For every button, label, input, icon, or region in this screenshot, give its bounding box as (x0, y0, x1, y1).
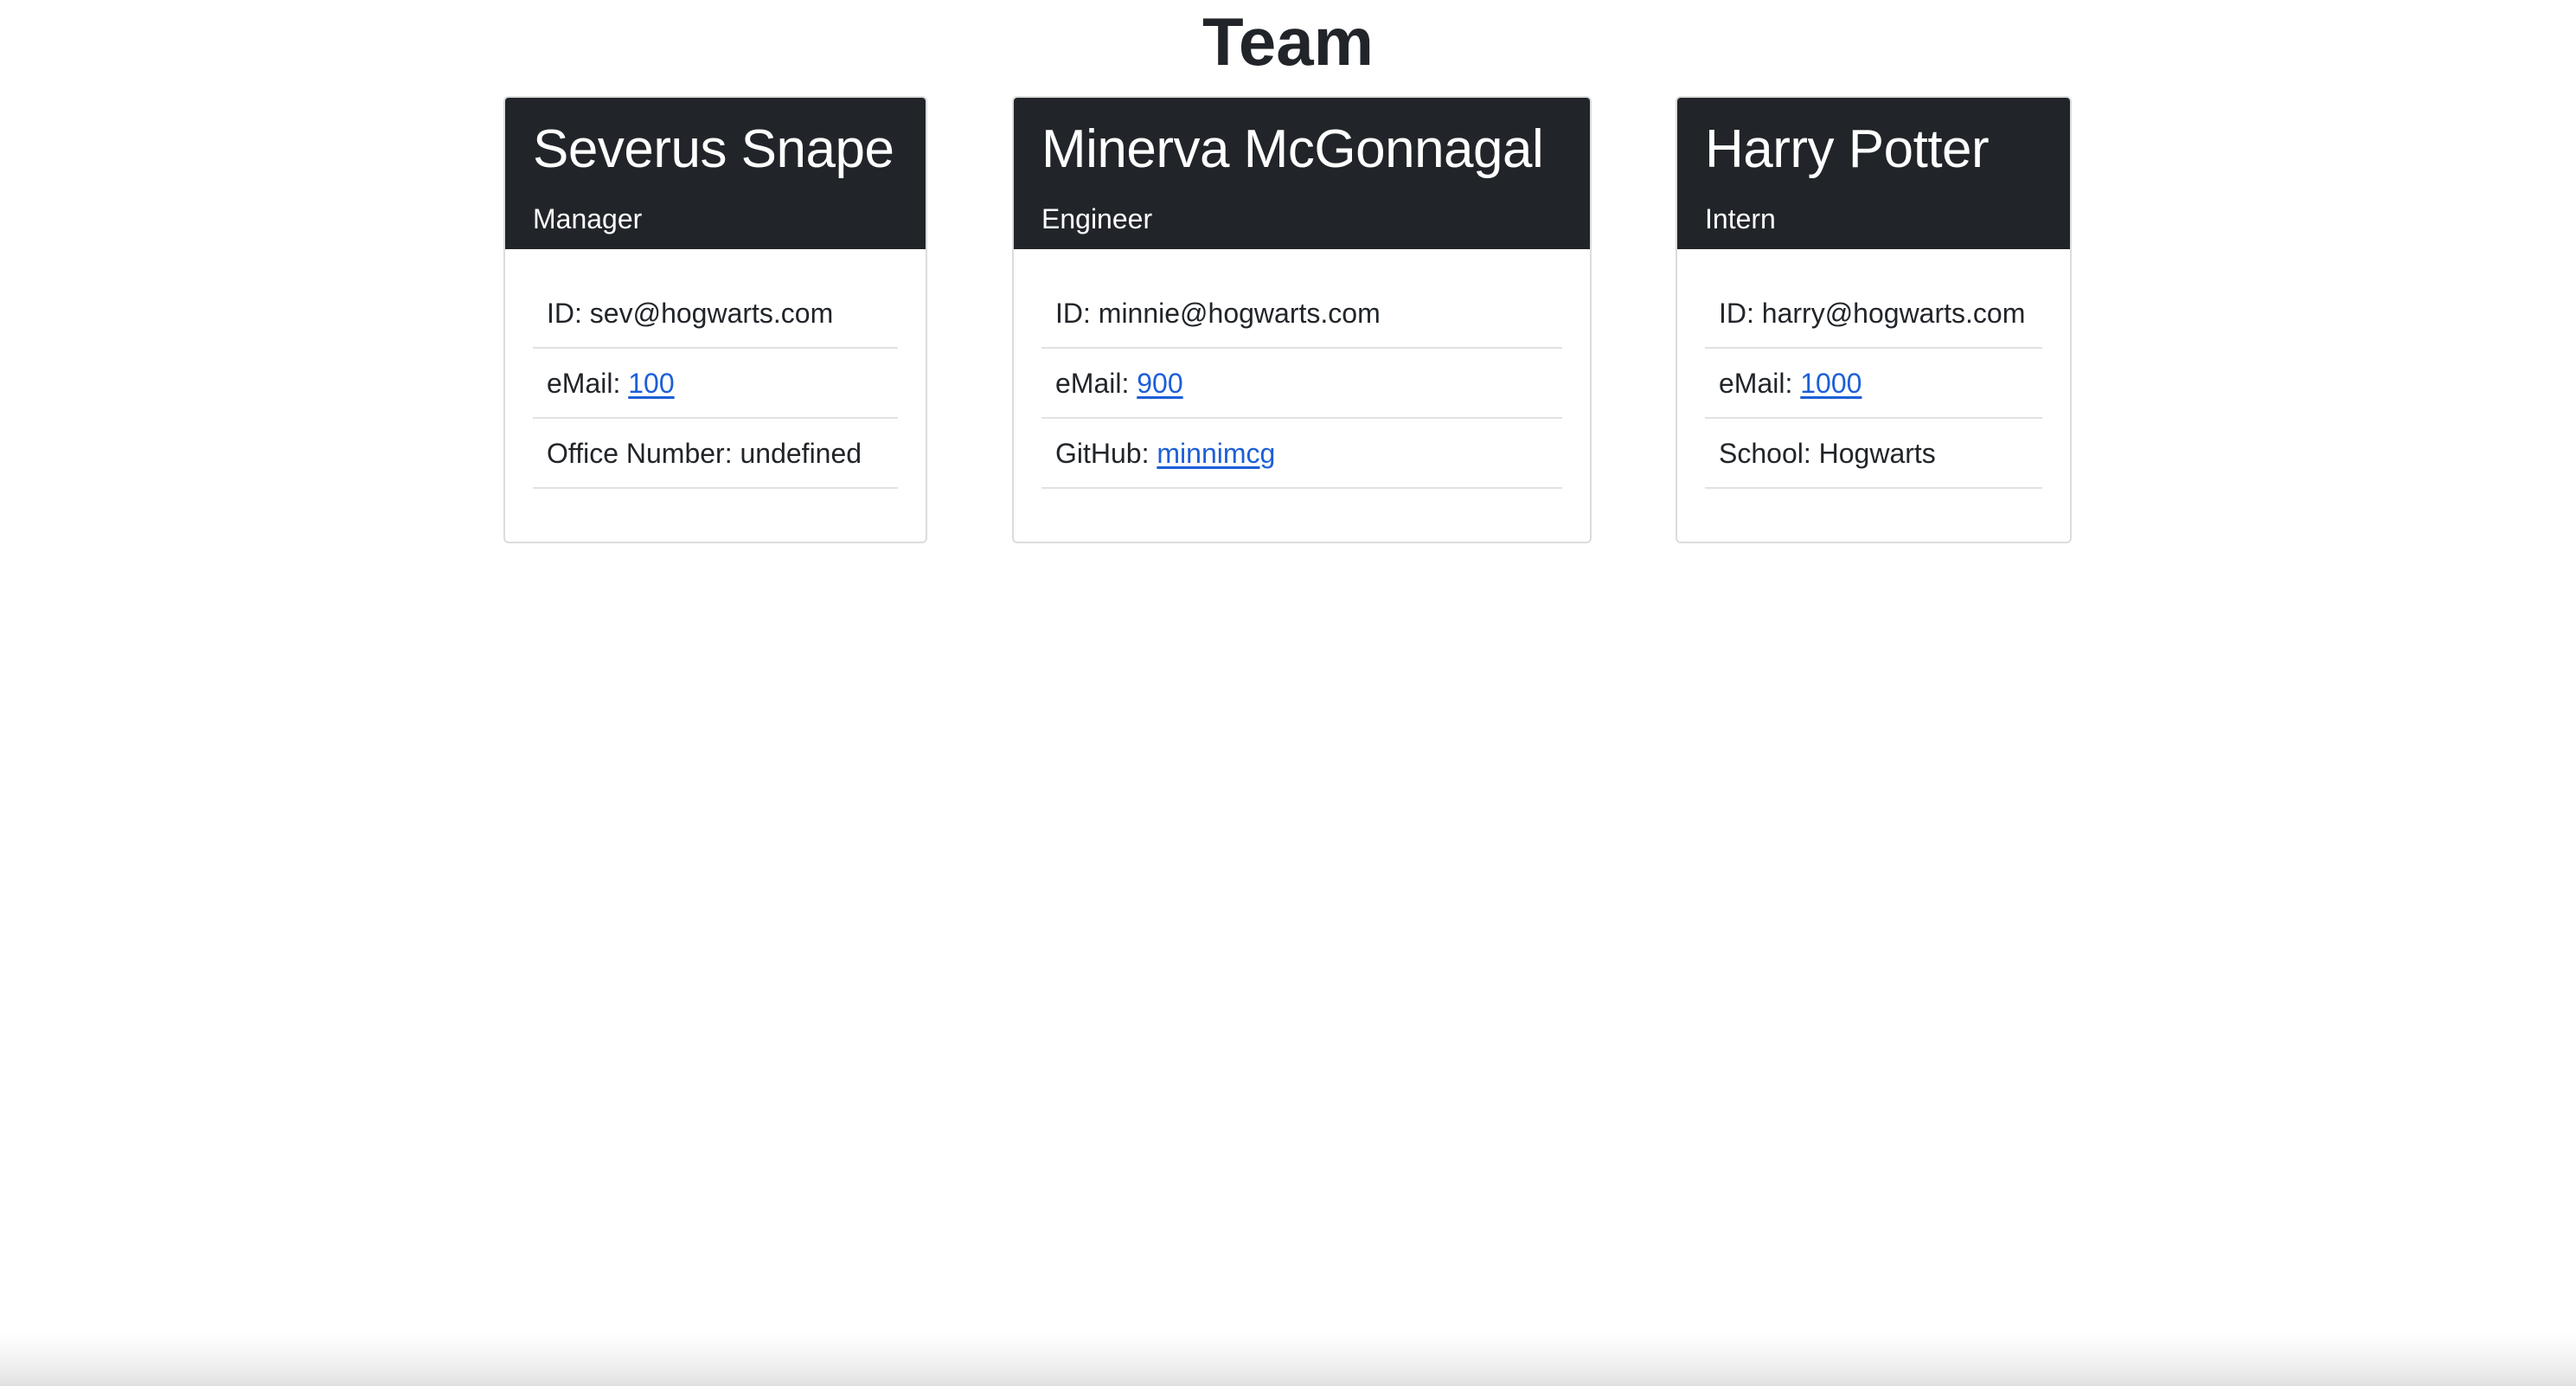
email-link[interactable]: 100 (628, 368, 674, 399)
email-label: eMail: (1055, 368, 1137, 399)
id-value: sev@hogwarts.com (589, 298, 834, 329)
id-label: ID: (1719, 298, 1762, 329)
card-header: Minerva McGonnagal Engineer (1014, 98, 1590, 249)
page-title: Team (1202, 3, 1374, 80)
employee-role: Manager (533, 203, 643, 234)
card-body: ID: minnie@hogwarts.com eMail: 900 GitHu… (1014, 249, 1590, 489)
card-body: ID: sev@hogwarts.com eMail: 100 Office N… (505, 249, 926, 489)
office-number-label: Office Number: (547, 438, 740, 469)
github-label: GitHub: (1055, 438, 1157, 469)
id-label: ID: (1055, 298, 1099, 329)
id-value: minnie@hogwarts.com (1098, 298, 1381, 329)
email-label: eMail: (547, 368, 629, 399)
email-item: eMail: 900 (1041, 349, 1562, 419)
employee-name: Harry Potter (1705, 119, 1990, 179)
employee-role: Intern (1705, 203, 1776, 234)
team-page: Team Severus Snape Manager ID: sev@hogwa… (0, 0, 2576, 1386)
id-item: ID: sev@hogwarts.com (533, 279, 898, 349)
school-item: School: Hogwarts (1705, 419, 2042, 489)
employee-card-intern: Harry Potter Intern ID: harry@hogwarts.c… (1676, 96, 2072, 543)
id-value: harry@hogwarts.com (1761, 298, 2026, 329)
email-label: eMail: (1719, 368, 1801, 399)
github-link[interactable]: minnimcg (1157, 438, 1275, 469)
school-label: School: (1719, 438, 1819, 469)
employee-card-manager: Severus Snape Manager ID: sev@hogwarts.c… (503, 96, 927, 543)
email-item: eMail: 100 (533, 349, 898, 419)
id-item: ID: minnie@hogwarts.com (1041, 279, 1562, 349)
window-bottom-shadow (0, 1332, 2576, 1386)
email-link[interactable]: 1000 (1800, 368, 1862, 399)
school-value: Hogwarts (1818, 438, 1936, 469)
employee-role: Engineer (1041, 203, 1153, 234)
github-item: GitHub: minnimcg (1041, 419, 1562, 489)
card-header: Harry Potter Intern (1677, 98, 2070, 249)
email-link[interactable]: 900 (1137, 368, 1182, 399)
email-item: eMail: 1000 (1705, 349, 2042, 419)
employee-name: Severus Snape (533, 119, 894, 179)
office-number-item: Office Number: undefined (533, 419, 898, 489)
card-header: Severus Snape Manager (505, 98, 926, 249)
office-number-value: undefined (740, 438, 862, 469)
id-label: ID: (547, 298, 590, 329)
card-body: ID: harry@hogwarts.com eMail: 1000 Schoo… (1677, 249, 2070, 489)
id-item: ID: harry@hogwarts.com (1705, 279, 2042, 349)
employee-name: Minerva McGonnagal (1041, 119, 1544, 179)
employee-card-engineer: Minerva McGonnagal Engineer ID: minnie@h… (1012, 96, 1592, 543)
